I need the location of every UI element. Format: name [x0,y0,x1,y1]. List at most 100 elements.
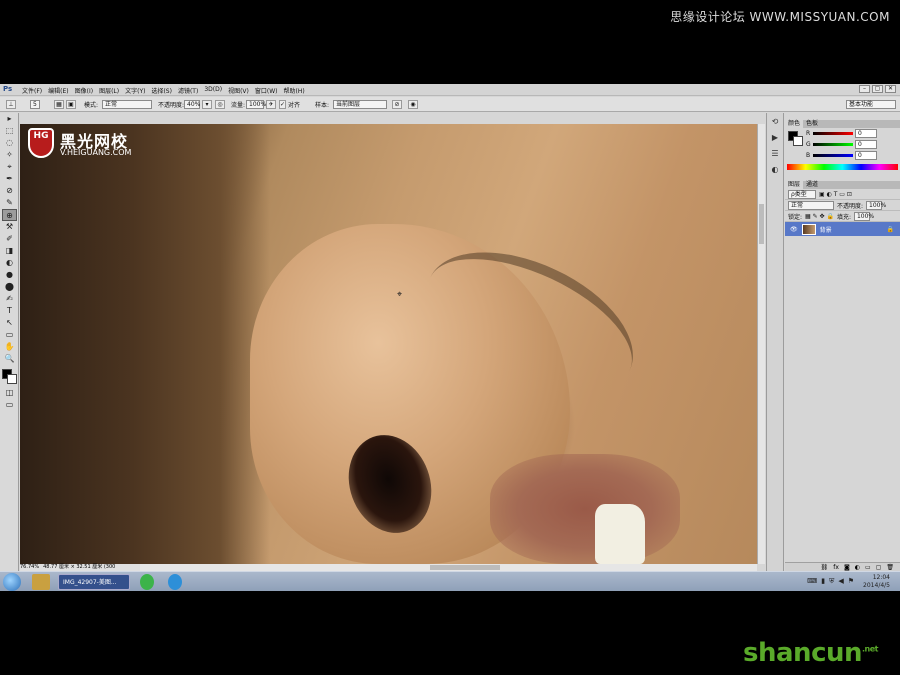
start-button-icon[interactable] [3,573,21,591]
blend-mode-select[interactable]: 正常 [788,200,834,210]
opacity-dropdown-icon[interactable]: ▾ [202,100,212,109]
marquee-tool-icon[interactable]: ⬚ [2,125,17,137]
pressure-opacity-icon[interactable]: ◎ [215,100,225,109]
flag-icon[interactable]: ⚑ [848,577,854,586]
taskbar-browser-icon[interactable] [168,574,182,590]
blur-tool-icon[interactable]: ◐ [2,257,17,269]
lasso-tool-icon[interactable]: ◌ [2,137,17,149]
shape-tool-icon[interactable]: ▭ [2,329,17,341]
history-panel-icon[interactable]: ⟲ [769,117,781,129]
new-layer-icon[interactable]: ▢ [876,563,882,571]
type-tool-icon[interactable]: T [2,305,17,317]
r-value-input[interactable]: 0 [855,129,877,138]
flow-input[interactable]: 100% [246,100,266,109]
menu-type[interactable]: 文字(Y) [125,86,145,95]
adjustments-panel-icon[interactable]: ◐ [769,165,781,177]
volume-icon[interactable]: ◀ [838,577,843,586]
clock[interactable]: 12:04 2014/4/5 [863,574,890,590]
vertical-scroll-thumb[interactable] [759,204,764,244]
menu-edit[interactable]: 编辑(E) [48,86,68,95]
clone-source-panel-icon[interactable]: ▣ [66,100,76,109]
tab-channels[interactable]: 通道 [803,181,821,189]
clone-stamp-tool-preset-icon[interactable]: ⊥ [6,100,16,109]
menu-view[interactable]: 视图(V) [228,86,249,95]
menu-select[interactable]: 选择(S) [151,86,172,95]
new-group-icon[interactable]: ▭ [865,563,871,571]
screen-mode-icon[interactable]: ▭ [2,399,17,411]
tab-layers[interactable]: 图层 [785,181,804,189]
sponge-tool-icon[interactable]: ⬤ [2,281,17,293]
brush-panel-toggle-icon[interactable]: ▦ [54,100,64,109]
layer-opacity-input[interactable]: 100% [866,200,886,210]
zoom-level[interactable]: 76.74% [20,564,39,571]
ignore-adjustment-layers-icon[interactable]: ⊘ [392,100,402,109]
color-swatches[interactable] [0,365,18,387]
g-value-input[interactable]: 0 [855,140,877,149]
color-spectrum-bar[interactable] [787,164,898,170]
filter-icons[interactable]: ▣ ◐ T ▭ ⊡ [819,191,852,198]
taskbar-app-green-icon[interactable] [140,574,154,590]
menu-3d[interactable]: 3D(D) [204,86,222,95]
explorer-icon[interactable] [32,574,50,590]
gradient-tool-icon[interactable]: ◨ [2,245,17,257]
properties-panel-icon[interactable]: ☰ [769,149,781,161]
b-slider[interactable] [813,154,853,157]
airbrush-icon[interactable]: ✈ [266,100,276,109]
history-brush-tool-icon[interactable]: ⚒ [2,221,17,233]
link-layers-icon[interactable]: ⛓ [821,563,829,571]
menu-image[interactable]: 图像(I) [75,86,93,95]
quick-select-tool-icon[interactable]: ✧ [2,149,17,161]
clone-stamp-tool-icon[interactable]: ⊕ [2,209,17,221]
sample-select[interactable]: 当前图层 [333,100,387,109]
background-color-swatch[interactable] [7,374,17,384]
hand-tool-icon[interactable]: ✋ [2,341,17,353]
path-select-tool-icon[interactable]: ↖ [2,317,17,329]
tab-color[interactable]: 颜色 [785,120,804,128]
keyboard-icon[interactable]: ⌨ [807,577,817,586]
r-slider[interactable] [813,132,853,135]
healing-brush-tool-icon[interactable]: ⊘ [2,185,17,197]
pressure-size-icon[interactable]: ◉ [408,100,418,109]
menu-layer[interactable]: 图层(L) [99,86,119,95]
vertical-scrollbar[interactable] [757,124,765,564]
network-icon[interactable]: ▮ [821,577,825,586]
move-tool-icon[interactable]: ▸ [2,113,17,125]
maximize-button[interactable]: ▢ [872,85,883,93]
crop-tool-icon[interactable]: ⌖ [2,161,17,173]
aligned-checkbox[interactable]: ✓ [279,100,286,109]
close-button[interactable]: ✕ [885,85,896,93]
taskbar-photoshop[interactable]: IMG_42907-美图... [58,574,130,590]
minimize-button[interactable]: – [859,85,870,93]
canvas[interactable]: HG 黑光网校 V.HEIGUANG.COM ⌖ [20,124,757,564]
brush-size-picker[interactable]: 5 [30,100,40,109]
tab-swatches[interactable]: 色板 [803,120,821,128]
b-value-input[interactable]: 0 [855,151,877,160]
g-slider[interactable] [813,143,853,146]
menu-file[interactable]: 文件(F) [22,86,42,95]
actions-panel-icon[interactable]: ▶ [769,133,781,145]
menu-filter[interactable]: 滤镜(T) [178,86,198,95]
lock-icons[interactable]: ▦ ✎ ✥ 🔒 [805,213,834,220]
brush-tool-icon[interactable]: ✎ [2,197,17,209]
eraser-tool-icon[interactable]: ✐ [2,233,17,245]
layer-kind-filter[interactable]: ρ类型 [788,189,816,199]
dodge-tool-icon[interactable]: ● [2,269,17,281]
layer-style-icon[interactable]: fx [833,563,839,571]
menu-window[interactable]: 窗口(W) [255,86,278,95]
fill-input[interactable]: 100% [853,211,874,221]
menu-help[interactable]: 帮助(H) [284,86,305,95]
layer-background[interactable]: 👁 背景 🔒 [785,222,900,236]
add-mask-icon[interactable]: ◙ [844,563,850,571]
mode-select[interactable]: 正常 [102,100,152,109]
horizontal-scroll-thumb[interactable] [430,565,500,570]
horizontal-scrollbar[interactable] [140,564,757,571]
adjustment-layer-icon[interactable]: ◐ [855,563,860,571]
workspace-select[interactable]: 基本功能 [846,100,896,109]
opacity-input[interactable]: 40% [184,100,200,109]
delete-layer-icon[interactable]: 🗑 [886,563,894,571]
shield-icon[interactable]: ⛨ [829,577,834,586]
pen-tool-icon[interactable]: ✍ [2,293,17,305]
quick-mask-icon[interactable]: ◫ [2,387,17,399]
eyedropper-tool-icon[interactable]: ✒ [2,173,17,185]
zoom-tool-icon[interactable]: 🔍 [2,353,17,365]
